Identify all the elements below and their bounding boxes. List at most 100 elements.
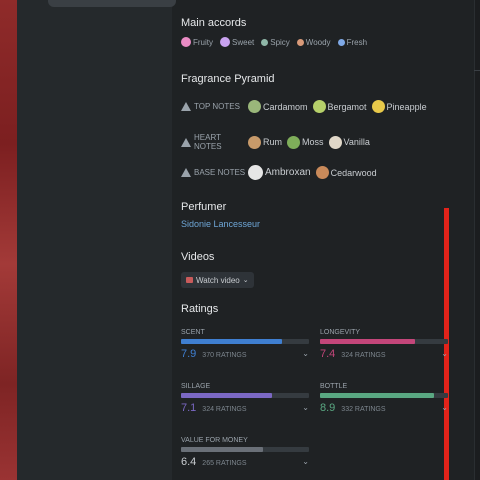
- videos-title: Videos: [181, 251, 215, 263]
- pyramid-icon: [181, 102, 191, 111]
- moss-icon: [287, 135, 301, 149]
- pyramid-title: Fragrance Pyramid: [181, 73, 275, 85]
- background-image: [0, 0, 17, 480]
- note-name: Cardamom: [263, 101, 308, 112]
- video-icon: [186, 277, 193, 283]
- rating-value: 7.9: [181, 348, 197, 360]
- heart-notes-label: HEART NOTES: [181, 133, 248, 151]
- left-panel: [17, 0, 176, 480]
- base-notes-label: BASE NOTES: [181, 168, 248, 177]
- chevron-down-icon[interactable]: ⌄: [302, 349, 309, 358]
- rating-count: 324 RATINGS: [202, 406, 247, 413]
- rating-label: VALUE FOR MONEY: [181, 437, 248, 444]
- base-notes-row: BASE NOTES Ambroxan Cedarwood: [181, 165, 382, 180]
- note-name: Vanilla: [343, 137, 370, 147]
- note-vanilla[interactable]: Vanilla: [328, 135, 370, 149]
- cardamom-icon: [248, 100, 261, 113]
- note-name: Moss: [302, 137, 324, 147]
- rating-bar-fill: [320, 339, 415, 344]
- accord-woody[interactable]: Woody: [296, 37, 331, 47]
- note-tier-label: BASE NOTES: [194, 168, 246, 177]
- rating-value: 7.1: [181, 402, 197, 414]
- note-name: Pineapple: [386, 101, 427, 112]
- accord-fruity[interactable]: Fruity: [181, 37, 213, 47]
- rating-bar-fill: [181, 447, 263, 452]
- pineapple-icon: [371, 100, 385, 113]
- pyramid-icon: [181, 168, 191, 177]
- right-column: [474, 0, 480, 480]
- rating-count: 265 RATINGS: [202, 460, 247, 467]
- rating-label: BOTTLE: [320, 383, 348, 390]
- vanilla-icon: [328, 135, 342, 149]
- note-ambroxan[interactable]: Ambroxan: [248, 165, 311, 180]
- accord-label: Spicy: [270, 37, 290, 47]
- chevron-down-icon[interactable]: ⌄: [302, 403, 309, 412]
- rating-value: 6.4: [181, 456, 197, 468]
- accord-dot-icon: [220, 37, 230, 47]
- rating-count: 332 RATINGS: [341, 406, 386, 413]
- left-card: [48, 0, 176, 7]
- watch-video-label: Watch video: [196, 275, 240, 285]
- accord-dot-icon: [181, 37, 191, 47]
- rating-bottle[interactable]: BOTTLE 8.9 332 RATINGS ⌄: [320, 383, 448, 414]
- pyramid-icon: [181, 137, 191, 147]
- note-moss[interactable]: Moss: [287, 135, 324, 149]
- bergamot-icon: [312, 100, 326, 113]
- ambroxan-icon: [248, 165, 263, 180]
- accords-list: Fruity Sweet Spicy Woody Fresh: [181, 37, 367, 47]
- note-bergamot[interactable]: Bergamot: [312, 100, 367, 113]
- note-name: Bergamot: [327, 101, 367, 112]
- main-accords-title: Main accords: [181, 17, 247, 29]
- rating-value-for-money[interactable]: VALUE FOR MONEY 6.4 265 RATINGS ⌄: [181, 437, 309, 468]
- rating-value: 8.9: [320, 402, 336, 414]
- note-tier-label: TOP NOTES: [194, 102, 240, 111]
- top-notes-label: TOP NOTES: [181, 102, 248, 111]
- ratings-title: Ratings: [181, 303, 219, 315]
- accord-label: Woody: [305, 37, 331, 47]
- rating-bar: [320, 393, 448, 398]
- rating-sillage[interactable]: SILLAGE 7.1 324 RATINGS ⌄: [181, 383, 309, 414]
- right-divider: [474, 70, 480, 71]
- rating-bar: [181, 339, 309, 344]
- rating-bar: [320, 339, 448, 344]
- perfumer-link[interactable]: Sidonie Lancesseur: [181, 219, 260, 229]
- rating-bar-fill: [181, 393, 272, 398]
- accord-dot-icon: [296, 38, 304, 46]
- rating-count: 370 RATINGS: [202, 352, 247, 359]
- note-cardamom[interactable]: Cardamom: [248, 100, 308, 113]
- chevron-down-icon[interactable]: ⌄: [302, 457, 309, 466]
- note-pineapple[interactable]: Pineapple: [371, 100, 427, 113]
- accord-label: Sweet: [232, 37, 255, 47]
- note-name: Cedarwood: [330, 167, 377, 178]
- rating-count: 324 RATINGS: [341, 352, 386, 359]
- rating-bar: [181, 447, 309, 452]
- rating-bar-fill: [181, 339, 283, 344]
- chevron-down-icon[interactable]: ⌄: [441, 349, 448, 358]
- accord-dot-icon: [261, 38, 269, 46]
- top-notes-row: TOP NOTES Cardamom Bergamot Pineapple: [181, 100, 432, 113]
- watch-video-button[interactable]: Watch video ⌄: [181, 272, 254, 288]
- rating-label: SILLAGE: [181, 383, 211, 390]
- accord-label: Fresh: [346, 37, 368, 47]
- rating-bar-fill: [320, 393, 434, 398]
- note-cedarwood[interactable]: Cedarwood: [315, 166, 377, 179]
- perfumer-title: Perfumer: [181, 201, 227, 213]
- chevron-down-icon[interactable]: ⌄: [441, 403, 448, 412]
- accord-fresh[interactable]: Fresh: [337, 37, 368, 47]
- rum-icon: [248, 135, 261, 149]
- rating-longevity[interactable]: LONGEVITY 7.4 324 RATINGS ⌄: [320, 329, 448, 360]
- note-tier-label: HEART NOTES: [194, 133, 222, 151]
- heart-notes-row: HEART NOTES Rum Moss Vanilla: [181, 133, 375, 151]
- note-rum[interactable]: Rum: [248, 135, 283, 149]
- rating-bar: [181, 393, 309, 398]
- rating-label: LONGEVITY: [320, 329, 361, 336]
- cedarwood-icon: [315, 166, 329, 179]
- accord-spicy[interactable]: Spicy: [261, 38, 290, 47]
- rating-value: 7.4: [320, 348, 336, 360]
- rating-scent[interactable]: SCENT 7.9 370 RATINGS ⌄: [181, 329, 309, 360]
- note-name: Rum: [263, 137, 283, 147]
- chevron-down-icon: ⌄: [242, 277, 249, 284]
- note-name: Ambroxan: [265, 167, 311, 178]
- accord-sweet[interactable]: Sweet: [220, 37, 254, 47]
- accord-label: Fruity: [193, 37, 213, 47]
